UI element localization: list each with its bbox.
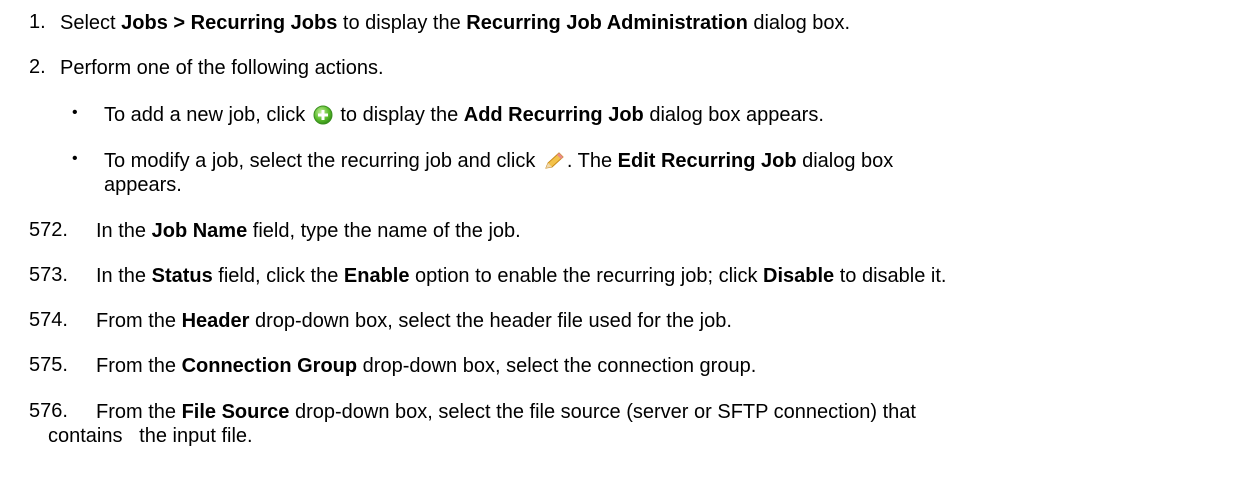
bullet: • bbox=[72, 150, 78, 167]
option-name: Disable bbox=[763, 265, 835, 287]
text: dialog box. bbox=[747, 12, 851, 34]
step-number: 574. bbox=[29, 309, 68, 331]
text: From the bbox=[96, 310, 182, 332]
bullet-2-continuation: appears. bbox=[104, 174, 182, 196]
text: field, type the name of the job. bbox=[247, 220, 521, 242]
text: In the bbox=[96, 220, 152, 242]
text: . The bbox=[566, 150, 618, 172]
text: Select bbox=[60, 12, 122, 34]
field-name: Header bbox=[181, 310, 250, 332]
text: dialog box appears. bbox=[643, 104, 824, 126]
text: drop-down box, select the file source (s… bbox=[289, 401, 916, 423]
bullet-2-text: To modify a job, select the recurring jo… bbox=[104, 149, 893, 177]
edit-pencil-icon bbox=[543, 151, 565, 177]
field-name: Job Name bbox=[151, 220, 248, 242]
menu-path: Jobs > Recurring Jobs bbox=[121, 12, 338, 34]
step-number: 2. bbox=[29, 56, 46, 78]
field-name: Connection Group bbox=[181, 355, 358, 377]
field-name: Status bbox=[151, 265, 213, 287]
text: field, click the bbox=[212, 265, 344, 287]
step-number: 573. bbox=[29, 264, 68, 286]
step-576-continuation: contains the input file. bbox=[48, 425, 253, 447]
step-573-text: In the Status field, click the Enable op… bbox=[96, 264, 946, 288]
option-name: Enable bbox=[343, 265, 410, 287]
step-number: 572. bbox=[29, 219, 68, 241]
text: to display the bbox=[337, 12, 467, 34]
step-576-text: From the File Source drop-down box, sele… bbox=[96, 400, 916, 424]
text: From the bbox=[96, 355, 182, 377]
step-574-text: From the Header drop-down box, select th… bbox=[96, 309, 732, 333]
step-number: 1. bbox=[29, 11, 46, 33]
text: In the bbox=[96, 265, 152, 287]
text: to display the bbox=[334, 104, 464, 126]
step-2-text: Perform one of the following actions. bbox=[60, 57, 384, 79]
field-name: File Source bbox=[181, 401, 290, 423]
bullet: • bbox=[72, 104, 78, 121]
step-number: 575. bbox=[29, 354, 68, 376]
text: drop-down box, select the header file us… bbox=[249, 310, 732, 332]
text: To modify a job, select the recurring jo… bbox=[104, 150, 541, 172]
bullet-1-text: To add a new job, click to display the A… bbox=[104, 103, 824, 131]
text: dialog box bbox=[796, 150, 894, 172]
text: option to enable the recurring job; clic… bbox=[409, 265, 764, 287]
add-icon bbox=[313, 105, 333, 131]
text: From the bbox=[96, 401, 182, 423]
step-number: 576. bbox=[29, 400, 68, 422]
step-1-text: Select Jobs > Recurring Jobs to display … bbox=[60, 11, 850, 35]
dialog-name: Add Recurring Job bbox=[463, 104, 644, 126]
step-575-text: From the Connection Group drop-down box,… bbox=[96, 354, 756, 378]
text: To add a new job, click bbox=[104, 104, 311, 126]
text: to disable it. bbox=[834, 265, 947, 287]
step-572-text: In the Job Name field, type the name of … bbox=[96, 219, 521, 243]
dialog-name: Recurring Job Administration bbox=[466, 12, 748, 34]
dialog-name: Edit Recurring Job bbox=[617, 150, 797, 172]
text: drop-down box, select the connection gro… bbox=[357, 355, 757, 377]
